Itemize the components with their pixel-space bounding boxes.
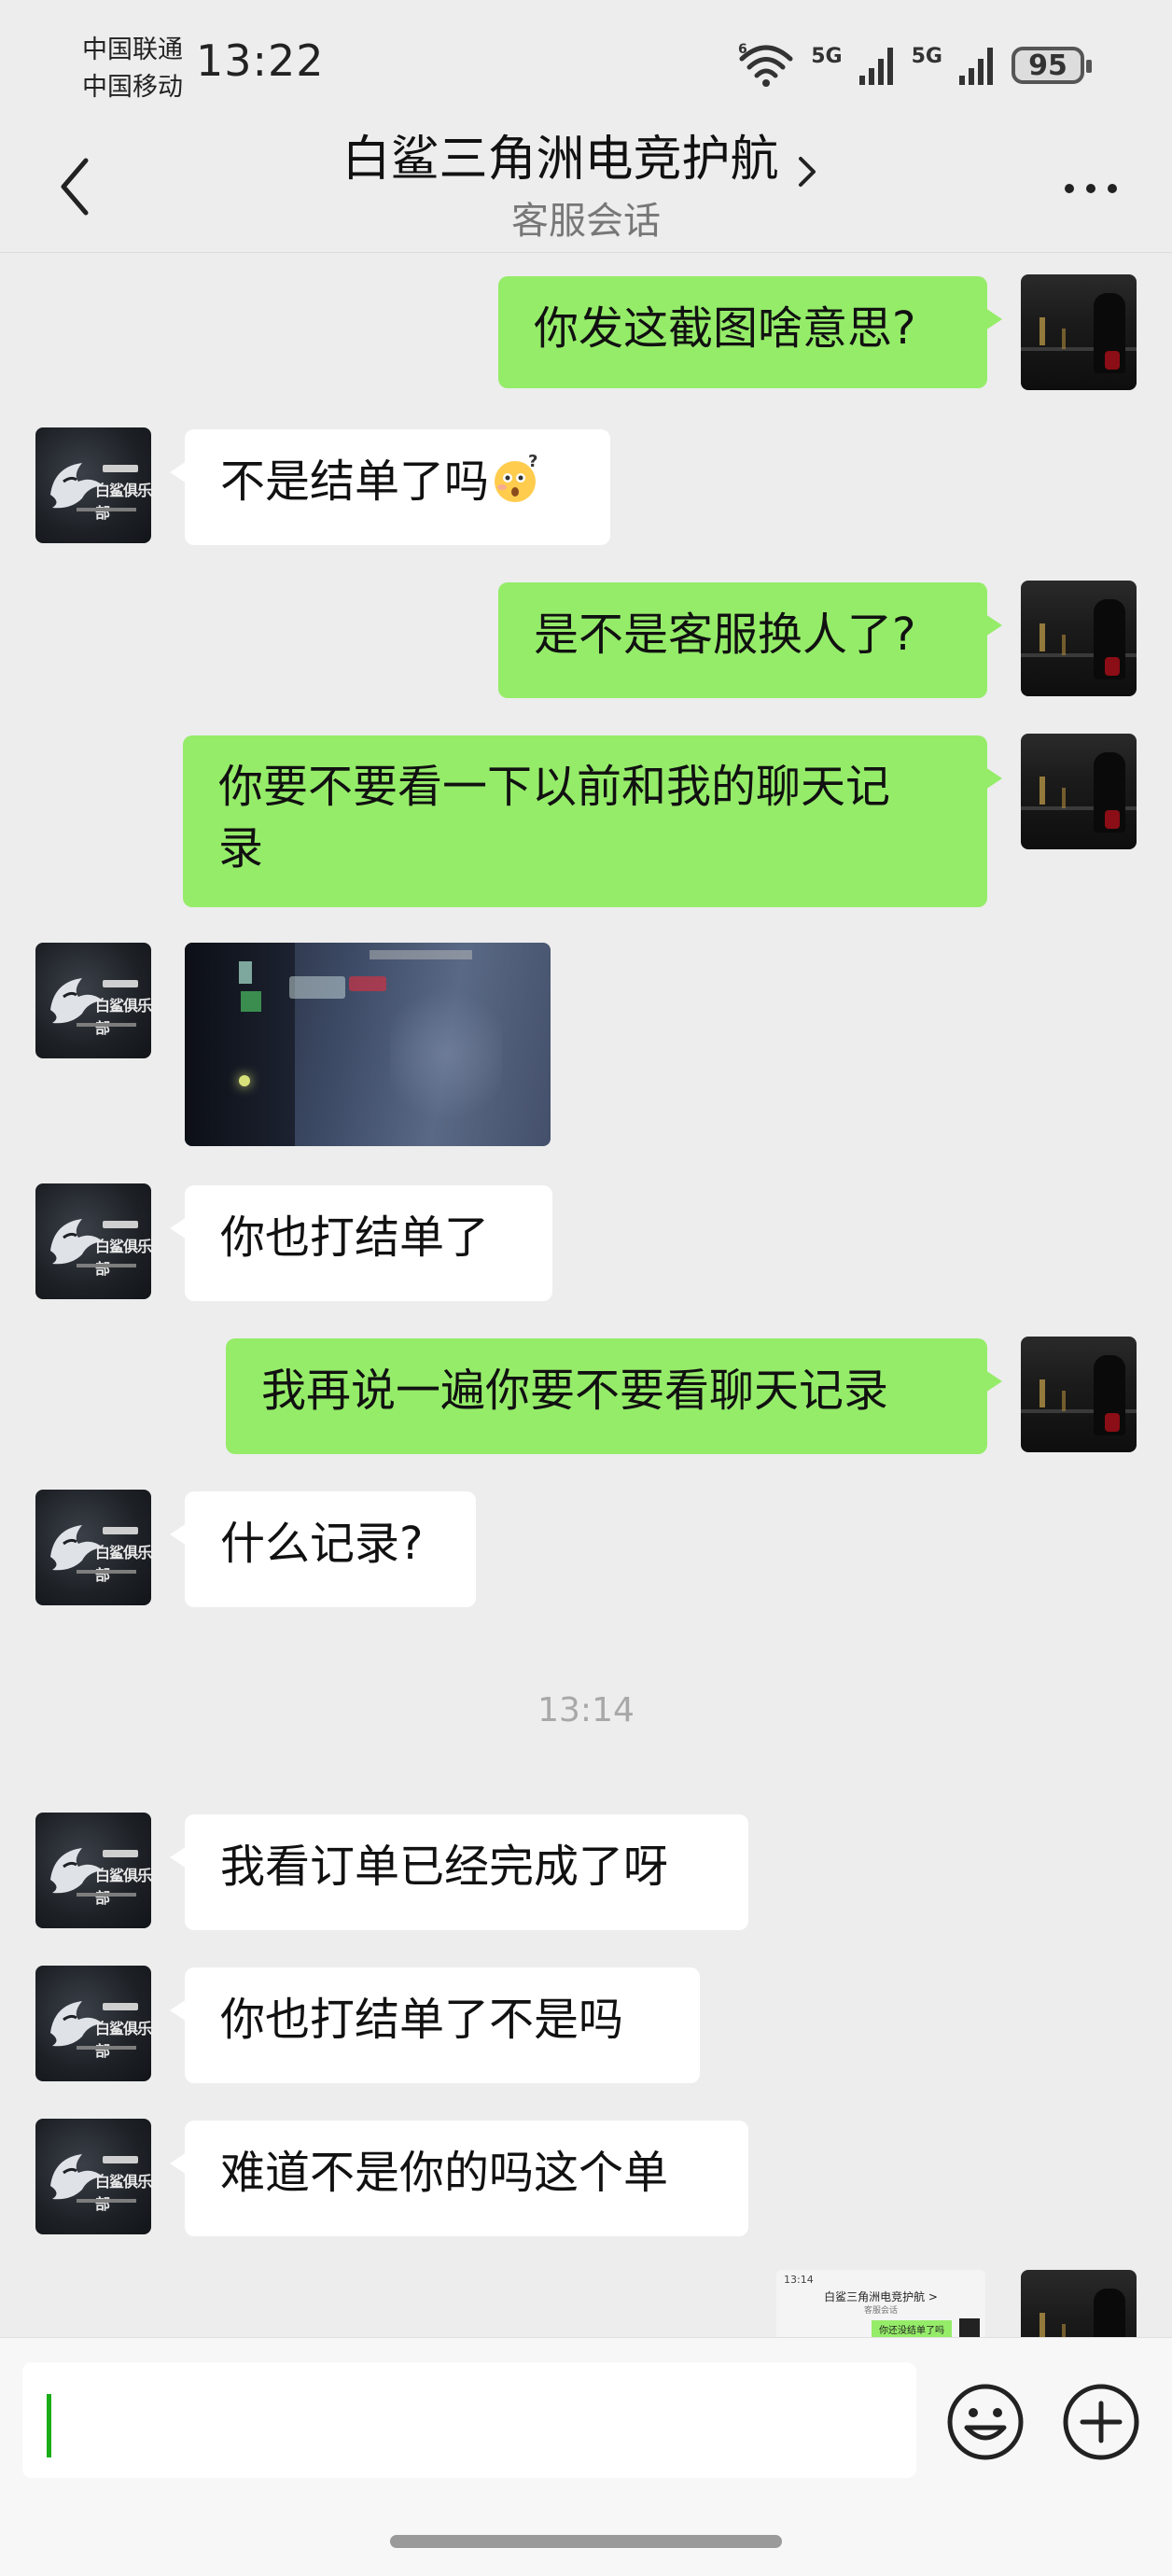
message-text: 你发这截图啥意思? xyxy=(534,302,916,355)
svg-text:?: ? xyxy=(528,452,537,471)
message-bubble-other[interactable]: 什么记录? xyxy=(170,1491,476,1607)
status-time: 13:22 xyxy=(196,35,325,86)
message-bubble-self[interactable]: 你要不要看一下以前和我的聊天记 录 xyxy=(183,735,1002,907)
mini-title: 白鲨三角洲电竞护航 > xyxy=(824,2290,938,2303)
battery-indicator: 95 xyxy=(1012,47,1092,84)
mini-bubble: 你还没结单了吗 xyxy=(872,2320,952,2337)
message-bubble-other[interactable]: 不是结单了吗 ? xyxy=(170,429,610,545)
message-input[interactable] xyxy=(22,2362,916,2478)
message-text: 我看订单已经完成了呀 xyxy=(220,1841,669,1893)
message-text: 不是结单了吗 xyxy=(220,455,490,508)
network-type-2: 5G xyxy=(911,44,942,68)
carrier-1: 中国联通 xyxy=(82,35,183,64)
battery-level: 95 xyxy=(1028,49,1067,82)
message-bubble-other[interactable]: 你也打结单了不是吗 xyxy=(170,1967,700,2083)
input-bar xyxy=(0,2337,1172,2506)
signal-icon-1 xyxy=(858,48,893,85)
chat-title[interactable]: 白鲨三角洲电竞护航 xyxy=(342,132,778,188)
status-icons: 6 5G 5G 95 xyxy=(736,37,1092,93)
message-text: 难道不是你的吗这个单 xyxy=(220,2147,669,2199)
mini-time: 13:14 xyxy=(784,2274,814,2286)
carrier-2: 中国移动 xyxy=(82,73,183,102)
svg-text:6: 6 xyxy=(738,42,747,57)
chat-subtitle: 客服会话 xyxy=(511,200,661,243)
message-bubble-self[interactable]: 我再说一遍你要不要看聊天记录 xyxy=(226,1338,1002,1454)
emoji-button-icon[interactable] xyxy=(944,2381,1026,2463)
service-avatar[interactable]: 白鲨俱乐部 xyxy=(35,943,151,1058)
message-text: 是不是客服换人了? xyxy=(534,609,916,661)
message-text: 我再说一遍你要不要看聊天记录 xyxy=(261,1365,889,1417)
more-options-icon[interactable] xyxy=(1058,161,1123,217)
service-avatar[interactable]: 白鲨俱乐部 xyxy=(35,2119,151,2234)
screenshot-image-message[interactable]: 13:14 白鲨三角洲电竞护航 > 客服会话 你还没结单了吗 xyxy=(776,2270,985,2337)
home-indicator[interactable] xyxy=(390,2535,782,2548)
message-bubble-self[interactable]: 是不是客服换人了? xyxy=(498,582,1002,698)
self-avatar[interactable] xyxy=(1021,2270,1137,2337)
status-bar: 中国联通 中国移动 13:22 6 5G 5G 95 xyxy=(0,0,1172,131)
self-avatar[interactable] xyxy=(1021,1337,1137,1452)
message-text: 你也打结单了不是吗 xyxy=(220,1994,624,2046)
image-message[interactable] xyxy=(185,943,551,1146)
message-bubble-other[interactable]: 难道不是你的吗这个单 xyxy=(170,2121,748,2236)
service-avatar[interactable]: 白鲨俱乐部 xyxy=(35,1183,151,1299)
self-avatar[interactable] xyxy=(1021,734,1137,849)
system-nav-bar xyxy=(0,2505,1172,2576)
self-avatar[interactable] xyxy=(1021,274,1137,390)
plus-button-icon[interactable] xyxy=(1060,2381,1142,2463)
message-text-line-2: 录 xyxy=(218,822,264,875)
carrier-labels: 中国联通 中国移动 xyxy=(82,32,183,106)
chevron-right-icon[interactable] xyxy=(784,153,830,190)
wifi-icon: 6 xyxy=(738,42,793,87)
service-avatar[interactable]: 白鲨俱乐部 xyxy=(35,1813,151,1928)
chat-title-row[interactable]: 白鲨三角洲电竞护航 xyxy=(0,119,1172,190)
service-avatar[interactable]: 白鲨俱乐部 xyxy=(35,427,151,543)
time-separator: 13:14 xyxy=(537,1691,635,1729)
message-bubble-self[interactable]: 你发这截图啥意思? xyxy=(498,276,1002,388)
mini-avatar xyxy=(959,2318,980,2337)
message-text: 你也打结单了 xyxy=(220,1211,490,1264)
service-avatar[interactable]: 白鲨俱乐部 xyxy=(35,1490,151,1605)
signal-icon-2 xyxy=(959,48,993,85)
message-text-line-1: 你要不要看一下以前和我的聊天记 xyxy=(218,761,891,813)
self-avatar[interactable] xyxy=(1021,581,1137,696)
flushed-face-emoji-icon: ? xyxy=(495,452,537,502)
network-type-1: 5G xyxy=(811,44,843,68)
message-text: 什么记录? xyxy=(220,1518,424,1570)
text-caret xyxy=(47,2394,51,2457)
mini-subtitle: 客服会话 xyxy=(863,2306,898,2316)
chat-header: 白鲨三角洲电竞护航 客服会话 xyxy=(0,112,1172,253)
message-bubble-other[interactable]: 你也打结单了 xyxy=(170,1185,552,1301)
service-avatar[interactable]: 白鲨俱乐部 xyxy=(35,1966,151,2081)
message-bubble-other[interactable]: 我看订单已经完成了呀 xyxy=(170,1814,748,1930)
message-list[interactable]: 你发这截图啥意思? 白鲨俱乐部 不是结单了吗 ? 是不是客服换人了? 你要不要看… xyxy=(0,254,1172,2337)
